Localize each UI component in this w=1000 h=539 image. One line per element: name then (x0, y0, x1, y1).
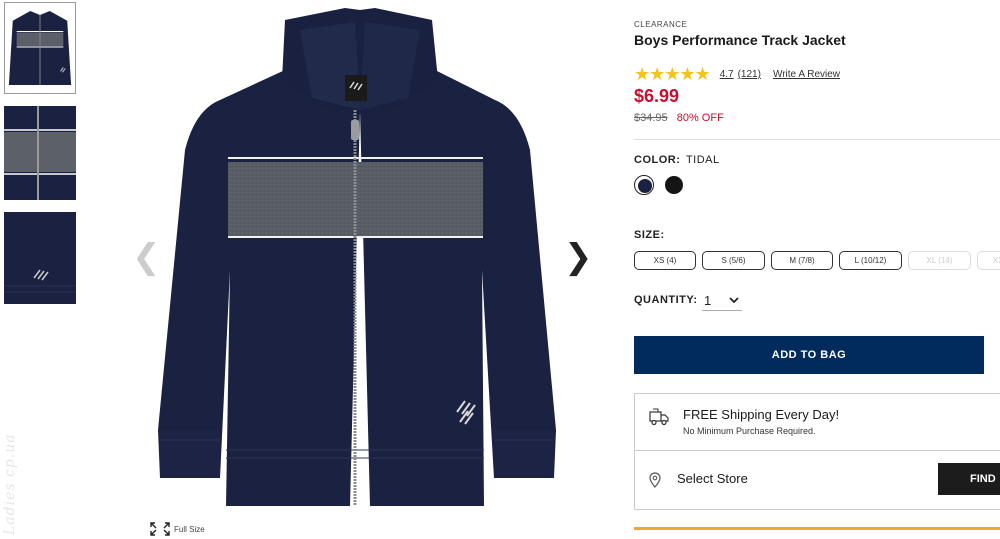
color-swatch-tidal[interactable] (634, 175, 654, 195)
next-image-arrow[interactable]: ❯ (564, 240, 593, 274)
write-review-link[interactable]: Write A Review (773, 69, 840, 80)
review-count-link[interactable]: (121) (738, 69, 761, 80)
jacket-image (158, 8, 556, 506)
color-swatch-tidal-dot (638, 179, 652, 193)
thumbnail-jacket-chest-detail[interactable] (4, 106, 76, 200)
free-shipping-title: FREE Shipping Every Day! (683, 407, 840, 422)
original-price: $34.95 (634, 112, 668, 124)
expand-icon (150, 522, 170, 536)
shipping-info-box: FREE Shipping Every Day! No Minimum Purc… (634, 393, 1000, 451)
size-label: SIZE: (634, 229, 665, 241)
thumbnail-jacket-sleeve-logo-image (4, 212, 76, 304)
location-pin-icon (649, 472, 661, 488)
clearance-badge: CLEARANCE (634, 20, 688, 29)
store-picker-box: Select Store FIND (634, 450, 1000, 510)
rating-row: ★★★★★ 4.7 (121) Write A Review (634, 64, 840, 85)
full-size-button[interactable]: Full Size (150, 522, 205, 536)
chevron-down-icon (729, 297, 739, 304)
size-option-m[interactable]: M (7/8) (771, 251, 833, 270)
size-option-xxl[interactable]: XXL (16) (977, 251, 1000, 270)
thumbnail-jacket-front[interactable] (4, 2, 76, 94)
sale-price: $6.99 (634, 86, 680, 106)
main-product-image[interactable] (150, 0, 570, 520)
thumbnail-jacket-front-image (5, 3, 75, 93)
size-option-s[interactable]: S (5/6) (702, 251, 765, 270)
color-swatch-black[interactable] (664, 175, 684, 195)
rating-value-link[interactable]: 4.7 (720, 69, 734, 80)
select-store-link[interactable]: Select Store (677, 471, 748, 486)
size-option-l[interactable]: L (10/12) (839, 251, 902, 270)
watermark-text: Ladies cp.ua (2, 433, 18, 535)
thumbnail-jacket-sleeve-logo[interactable] (4, 212, 76, 304)
quantity-label: QUANTITY: (634, 294, 698, 306)
price-comparison: $34.95 80% OFF (634, 112, 724, 124)
color-swatch-black-dot (665, 176, 683, 194)
color-label-text: COLOR: (634, 154, 681, 166)
add-to-bag-button[interactable]: ADD TO BAG (634, 336, 984, 374)
accent-bar (634, 527, 1000, 530)
full-size-label: Full Size (174, 524, 205, 534)
product-title: Boys Performance Track Jacket (634, 32, 846, 48)
size-option-xl[interactable]: XL (14) (908, 251, 971, 270)
size-option-xs[interactable]: XS (4) (634, 251, 696, 270)
product-details-panel: CLEARANCE Boys Performance Track Jacket … (634, 0, 1000, 539)
previous-image-arrow[interactable]: ❮ (132, 240, 161, 274)
quantity-value: 1 (704, 293, 712, 308)
quantity-select[interactable]: 1 (702, 291, 742, 311)
thumbnail-jacket-chest-detail-image (4, 106, 76, 200)
free-shipping-subtitle: No Minimum Purchase Required. (683, 426, 816, 436)
discount-label: 80% OFF (676, 112, 724, 124)
delivery-truck-icon (649, 408, 669, 426)
size-options: XS (4) S (5/6) M (7/8) L (10/12) XL (14)… (634, 251, 1000, 273)
find-store-button[interactable]: FIND (938, 463, 1000, 495)
color-swatches (634, 175, 684, 195)
color-label: COLOR: TIDAL (634, 154, 720, 166)
divider (634, 139, 1000, 140)
rating-stars-icon: ★★★★★ (634, 64, 711, 85)
selected-color-name: TIDAL (685, 154, 720, 166)
